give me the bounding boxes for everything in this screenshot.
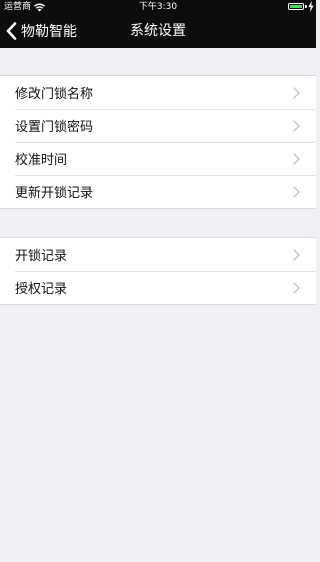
settings-group-records: 开锁记录 授权记录 [0,237,316,305]
battery-level [290,5,302,8]
row-authorization-records[interactable]: 授权记录 [0,271,316,304]
row-update-unlock-records[interactable]: 更新开锁记录 [0,175,316,208]
chevron-right-icon [293,248,300,261]
chevron-right-icon [293,281,300,294]
settings-group-lock: 修改门锁名称 设置门锁密码 校准时间 更新开锁记录 [0,75,316,209]
charging-icon [308,1,314,12]
battery-tip [305,5,307,8]
top-bar: 运营商 下午3:30 物勒智能 系统设置 [0,0,316,48]
row-calibrate-time[interactable]: 校准时间 [0,142,316,175]
row-rename-lock[interactable]: 修改门锁名称 [0,76,316,109]
row-label: 授权记录 [15,282,68,297]
page-title: 系统设置 [130,23,186,39]
row-set-lock-password[interactable]: 设置门锁密码 [0,109,316,142]
chevron-right-icon [293,185,300,198]
chevron-right-icon [293,152,300,165]
chevron-right-icon [293,86,300,99]
battery-icon [288,3,304,10]
row-label: 更新开锁记录 [15,186,94,201]
row-unlock-records[interactable]: 开锁记录 [0,238,316,271]
status-time: 下午3:30 [138,2,178,12]
row-label: 校准时间 [15,153,68,168]
row-label: 开锁记录 [15,249,68,264]
status-bar: 运营商 下午3:30 [0,0,316,14]
row-label: 设置门锁密码 [15,120,94,135]
chevron-right-icon [293,119,300,132]
navigation-bar: 物勒智能 系统设置 [0,14,316,48]
row-label: 修改门锁名称 [15,87,94,102]
